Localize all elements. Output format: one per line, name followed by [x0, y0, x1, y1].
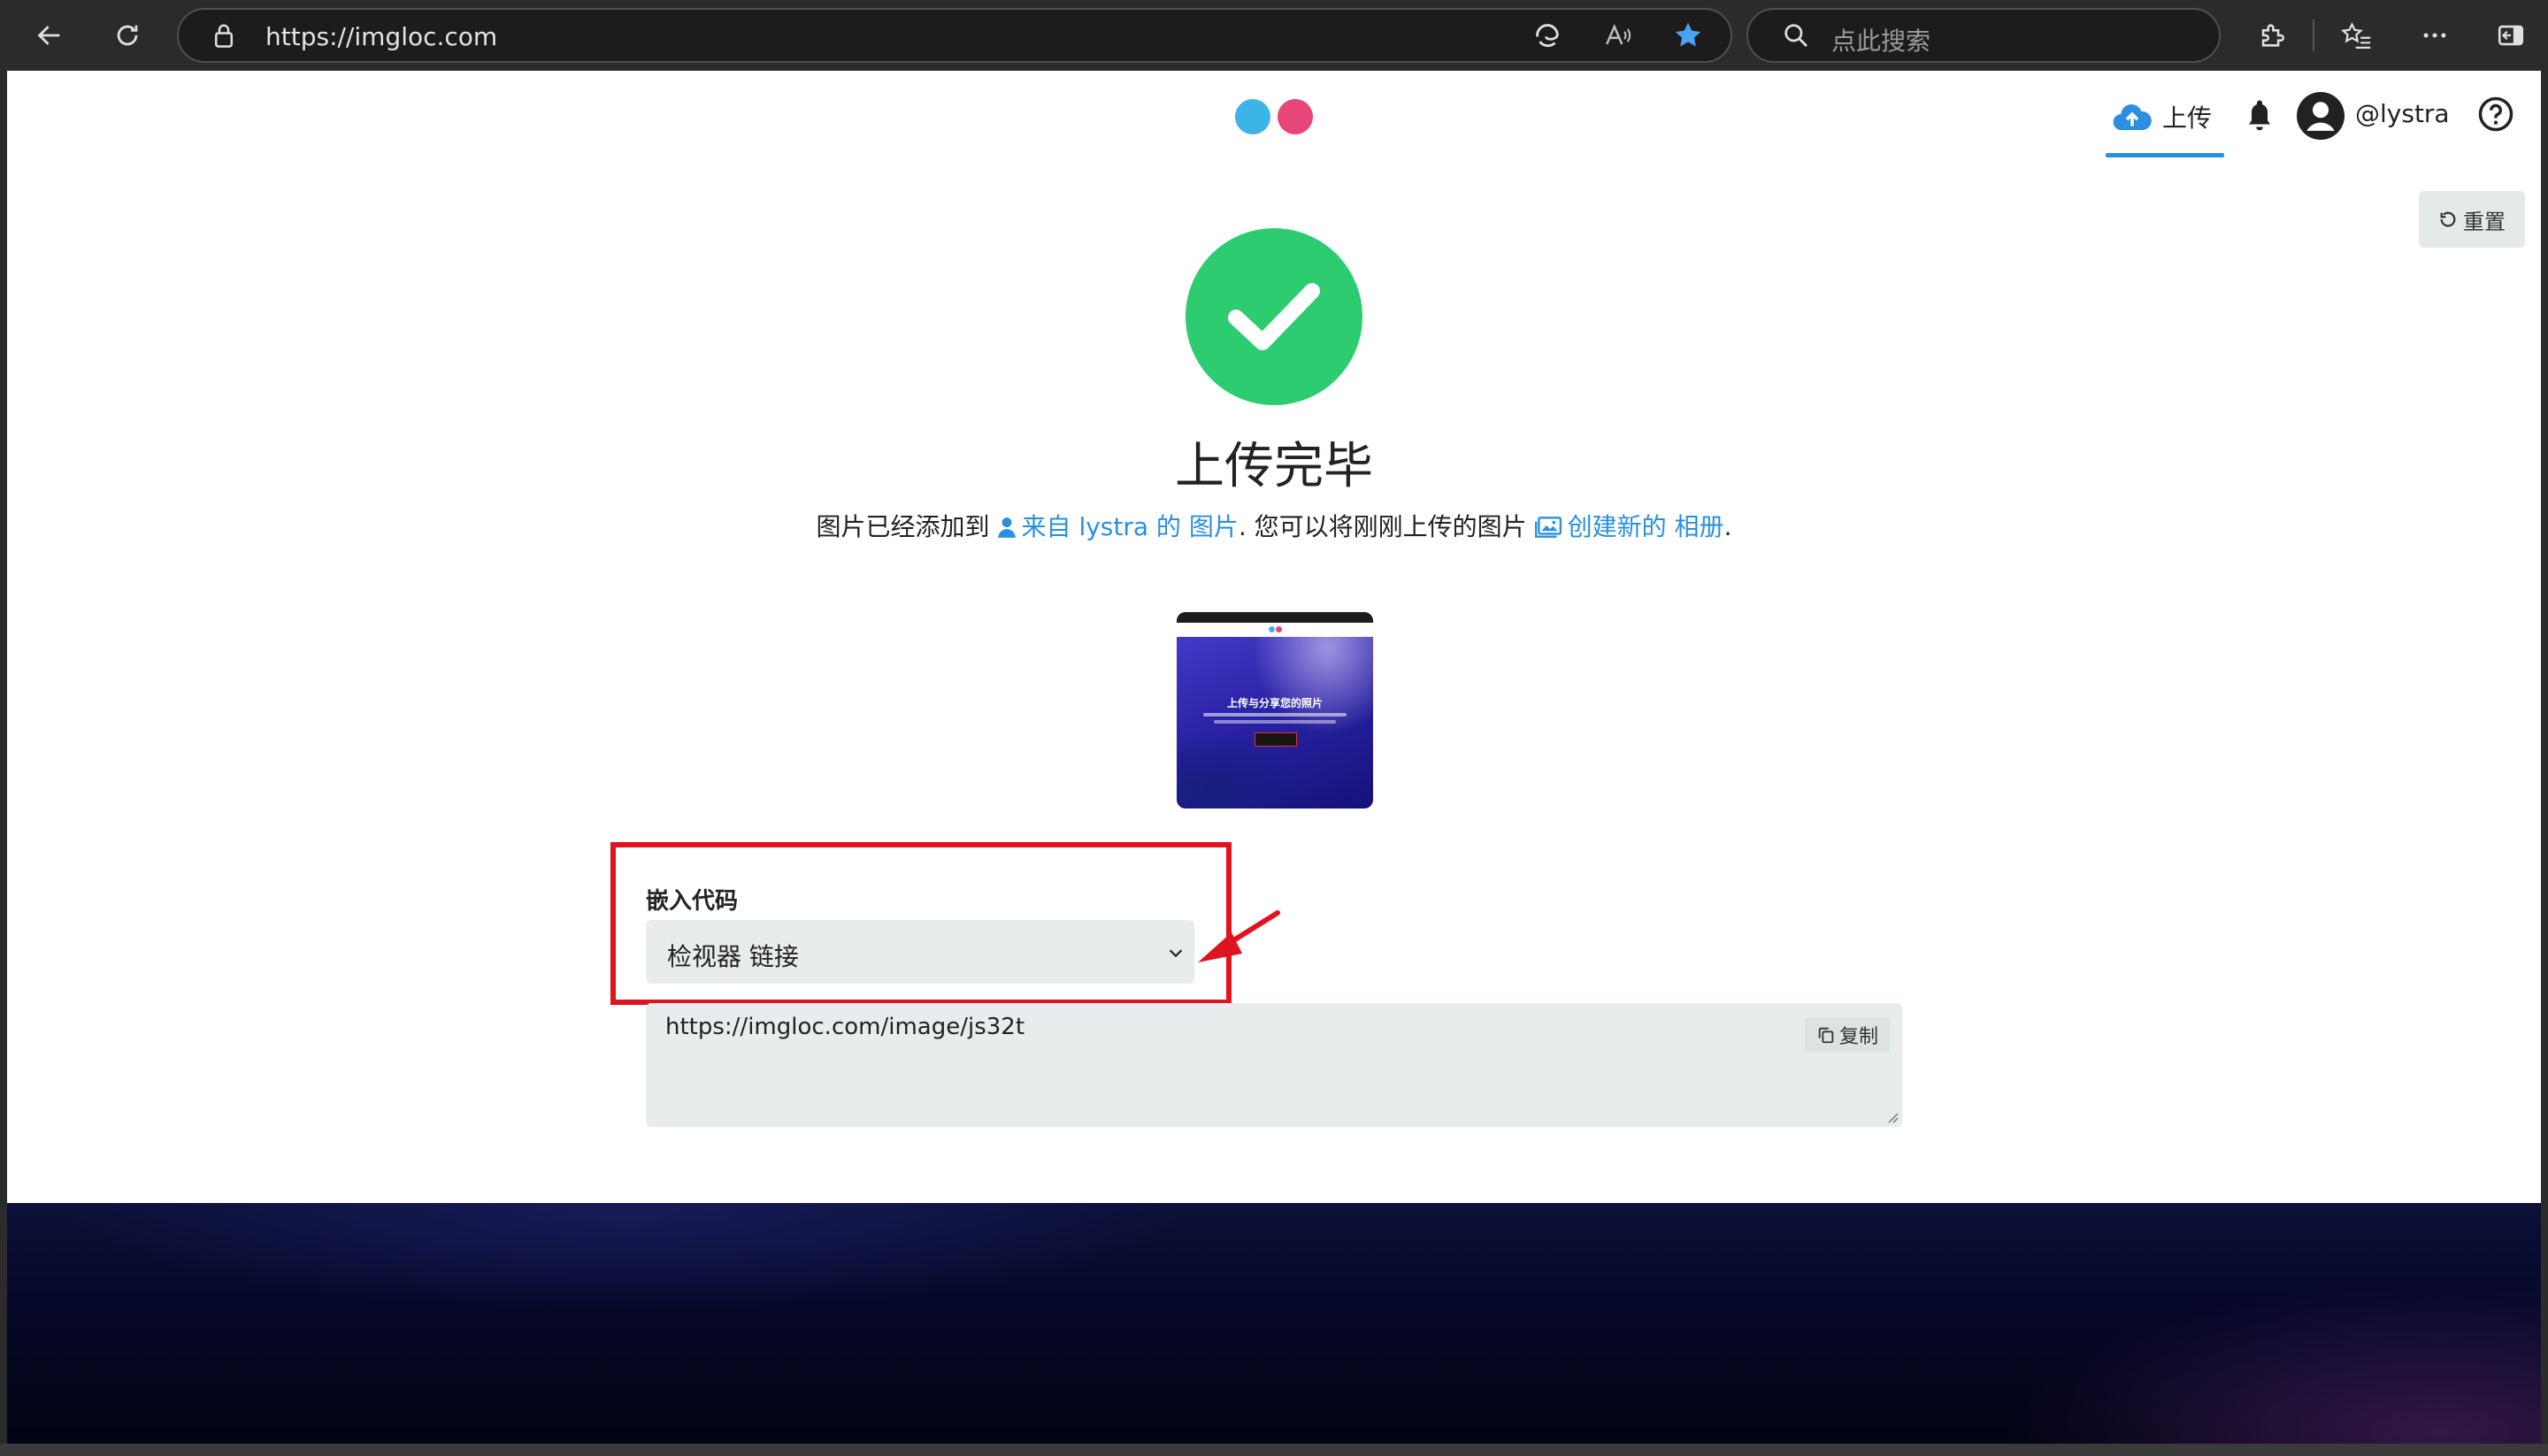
thumb-title: 上传与分享您的照片	[1226, 697, 1323, 709]
back-button[interactable]	[27, 12, 73, 58]
help-icon[interactable]	[2477, 96, 2514, 133]
upload-nav-label: 上传	[2162, 103, 2213, 133]
user-images-link[interactable]: 来自 lystra 的 图片	[1022, 512, 1239, 541]
user-icon	[997, 517, 1016, 538]
logo-dot-pink[interactable]	[1278, 99, 1313, 134]
read-aloud-icon[interactable]	[1603, 20, 1633, 50]
cloud-upload-icon	[2113, 104, 2152, 131]
embed-code-textarea[interactable]: https://imgloc.com/image/js32t 复制	[646, 1003, 1902, 1127]
window-bottom-edge	[0, 1444, 2548, 1456]
desc-suffix: .	[1723, 512, 1732, 541]
create-album-link[interactable]: 创建新的 相册	[1568, 512, 1724, 541]
back-arrow-icon	[37, 26, 60, 45]
favorites-button[interactable]	[2334, 12, 2380, 58]
search-placeholder: 点此搜索	[1831, 27, 1931, 56]
thumb-page-header	[1177, 623, 1373, 637]
thumb-logo-dot-pink	[1276, 626, 1282, 632]
favorite-star-icon[interactable]	[1672, 19, 1704, 51]
desc-middle: . 您可以将刚刚上传的图片	[1238, 512, 1527, 541]
active-tab-underline	[2106, 153, 2224, 157]
browser-toolbar: https://imgloc.com 点此搜索	[0, 0, 2548, 71]
thumb-text-line	[1203, 713, 1347, 717]
upload-nav-button[interactable]: 上传	[2106, 92, 2224, 157]
thumb-logo-dot-blue	[1269, 626, 1275, 632]
footer-background	[7, 1203, 2541, 1444]
page-title: 上传完毕	[1175, 438, 1373, 495]
checkmark-icon	[1228, 283, 1320, 350]
refresh-button[interactable]	[104, 12, 150, 58]
copy-label: 复制	[1838, 1026, 1878, 1048]
extensions-button[interactable]	[2249, 12, 2295, 58]
bell-icon[interactable]	[2244, 97, 2276, 133]
toolbar-separator	[2313, 19, 2314, 51]
uploaded-image-thumbnail[interactable]: 上传与分享您的照片	[1177, 612, 1373, 808]
upload-description: 图片已经添加到 来自 lystra 的 图片. 您可以将刚刚上传的图片 创建新的 相…	[0, 508, 2548, 543]
embed-code-select[interactable]: 检视器 链接	[646, 920, 1194, 984]
lock-icon	[215, 24, 233, 48]
more-menu-button[interactable]	[2412, 12, 2458, 58]
reset-button[interactable]: 重置	[2419, 191, 2525, 248]
annotation-arrow-icon	[1198, 910, 1280, 962]
embed-code-selected: 检视器 链接	[667, 942, 799, 971]
sidebar-toggle-button[interactable]	[2488, 12, 2534, 58]
favorites-list-icon	[2341, 21, 2371, 49]
logo-dot-blue[interactable]	[1235, 99, 1270, 134]
puzzle-icon	[2261, 24, 2284, 47]
album-icon	[1534, 517, 1562, 538]
success-badge	[1186, 228, 1362, 405]
desc-prefix: 图片已经添加到	[816, 512, 990, 541]
copy-icon	[1818, 1027, 1834, 1044]
search-box[interactable]: 点此搜索	[1746, 8, 2221, 63]
embed-code-value: https://imgloc.com/image/js32t	[665, 1014, 1025, 1040]
resize-handle-icon[interactable]	[1886, 1111, 1899, 1123]
edge-icon[interactable]	[1532, 20, 1562, 50]
chevron-down-icon	[1169, 949, 1183, 958]
thumb-text-line	[1214, 720, 1336, 724]
more-icon	[2423, 33, 2446, 38]
sidebar-icon	[2498, 25, 2524, 46]
search-icon	[1784, 24, 1807, 47]
thumb-button	[1255, 732, 1297, 747]
url-text: https://imgloc.com	[265, 22, 498, 51]
reset-label: 重置	[2463, 209, 2506, 234]
copy-button[interactable]: 复制	[1805, 1017, 1890, 1053]
username-link[interactable]: @lystra	[2355, 99, 2450, 128]
embed-code-label: 嵌入代码	[646, 888, 739, 915]
thumb-browser-bar	[1177, 612, 1373, 623]
avatar-icon[interactable]	[2297, 92, 2345, 140]
undo-icon	[2440, 211, 2456, 227]
refresh-icon	[117, 25, 138, 46]
address-bar[interactable]: https://imgloc.com	[177, 8, 1732, 63]
